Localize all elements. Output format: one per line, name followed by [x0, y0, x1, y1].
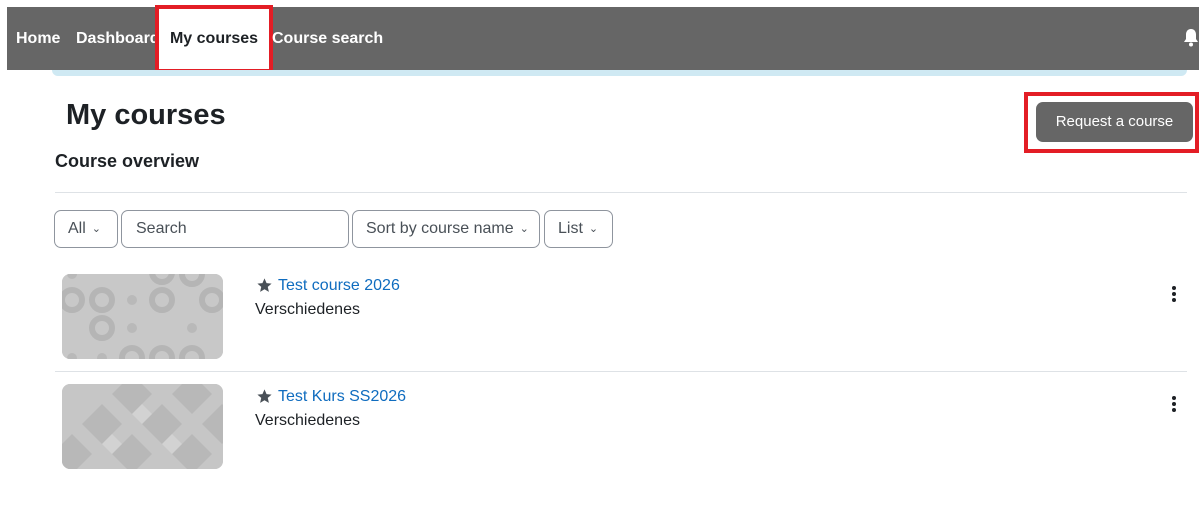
course-link[interactable]: Test Kurs SS2026 — [278, 388, 406, 406]
chevron-down-icon: ⌄ — [519, 223, 529, 235]
course-actions-menu-icon[interactable] — [1169, 394, 1179, 414]
notification-bell-icon[interactable] — [1183, 28, 1199, 48]
list-item: Test Kurs SS2026 Verschiedenes — [55, 380, 1187, 480]
nav-home[interactable]: Home — [16, 7, 60, 70]
nav-my-courses[interactable]: My courses — [155, 5, 273, 73]
star-icon[interactable] — [256, 388, 273, 405]
course-actions-menu-icon[interactable] — [1169, 284, 1179, 304]
course-category: Verschiedenes — [255, 301, 360, 318]
nav-dashboard[interactable]: Dashboard — [76, 7, 160, 70]
search-input[interactable]: Search — [121, 210, 349, 248]
request-course-button[interactable]: Request a course — [1036, 102, 1193, 142]
sort-dropdown[interactable]: Sort by course name ⌄ — [352, 210, 540, 248]
row-divider — [55, 371, 1187, 372]
course-link[interactable]: Test course 2026 — [278, 277, 400, 295]
sort-label: Sort by course name — [366, 220, 514, 237]
star-icon[interactable] — [256, 277, 273, 294]
request-course-highlight: Request a course — [1024, 92, 1199, 153]
grouping-dropdown[interactable]: All ⌄ — [54, 210, 118, 248]
view-label: List — [558, 220, 583, 237]
top-navbar: Home Dashboard My courses Course search — [7, 5, 1199, 73]
page-title: My courses — [66, 99, 226, 131]
grouping-label: All — [68, 220, 86, 237]
divider — [55, 192, 1187, 193]
nav-course-search[interactable]: Course search — [272, 7, 383, 70]
course-category: Verschiedenes — [255, 412, 360, 429]
chevron-down-icon: ⌄ — [91, 223, 101, 235]
course-image[interactable] — [62, 274, 223, 359]
view-dropdown[interactable]: List ⌄ — [544, 210, 613, 248]
notice-strip — [52, 70, 1187, 76]
list-item: Test course 2026 Verschiedenes — [55, 270, 1187, 370]
course-image[interactable] — [62, 384, 223, 469]
course-overview-heading: Course overview — [55, 151, 200, 171]
chevron-down-icon: ⌄ — [588, 223, 599, 235]
